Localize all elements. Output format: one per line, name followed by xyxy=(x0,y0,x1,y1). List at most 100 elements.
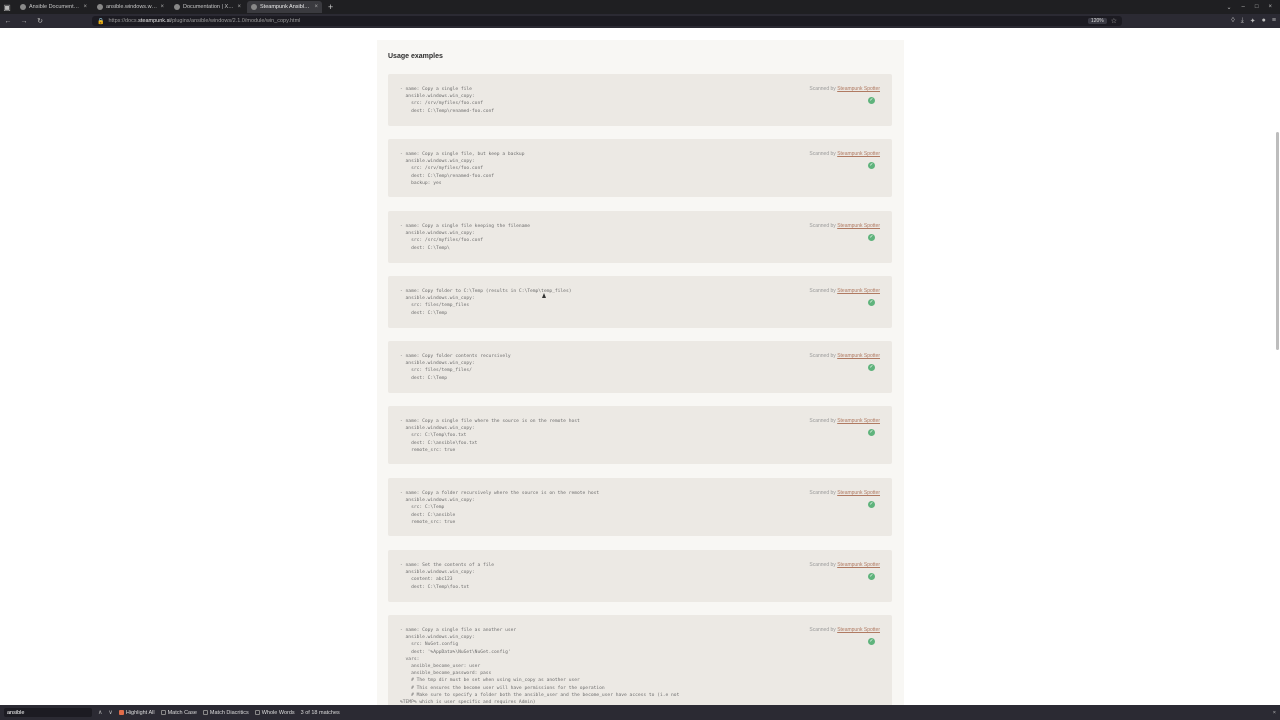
tab-label: Steampunk Ansible Doc xyxy=(260,4,311,10)
check-circle-icon: ✓ xyxy=(868,162,875,169)
spotter-link[interactable]: Steampunk Spotter xyxy=(837,151,880,157)
find-bar: ansible ∧ ∨ Highlight All Match Case Mat… xyxy=(0,705,1280,720)
check-circle-icon: ✓ xyxy=(868,364,875,371)
browser-tab-bar: ▣ Ansible Documentation × ansible.window… xyxy=(0,0,1280,14)
spotter-link[interactable]: Steampunk Spotter xyxy=(837,562,880,568)
browser-tab-1[interactable]: Ansible Documentation × xyxy=(16,1,91,13)
code-block: - name: Set the contents of a file ansib… xyxy=(400,563,495,590)
check-circle-icon: ✓ xyxy=(868,573,875,580)
section-title: Usage examples xyxy=(388,53,443,60)
content-panel: Usage examples - name: Copy a single fil… xyxy=(377,40,904,705)
code-block: - name: Copy a single file, but keep a b… xyxy=(400,152,525,186)
usage-example: - name: Copy a single file, but keep a b… xyxy=(388,139,892,197)
scanned-by-label: Scanned by Steampunk Spotter xyxy=(809,627,880,633)
minimize-icon[interactable]: – xyxy=(1242,4,1245,11)
page-scrollbar[interactable] xyxy=(1276,132,1279,350)
tab-list-icon[interactable]: ⌄ xyxy=(1226,4,1231,11)
new-tab-icon[interactable]: + xyxy=(328,2,333,12)
zoom-indicator[interactable]: 120% xyxy=(1087,18,1107,24)
match-case-toggle[interactable]: Match Case xyxy=(160,710,197,716)
scanned-by-label: Scanned by Steampunk Spotter xyxy=(809,490,880,496)
checkbox-icon[interactable] xyxy=(118,710,124,715)
tab-close-icon[interactable]: × xyxy=(160,4,164,10)
code-block: - name: Copy a single file keeping the f… xyxy=(400,224,530,251)
spotter-link[interactable]: Steampunk Spotter xyxy=(837,288,880,294)
code-block: - name: Copy a single file as another us… xyxy=(400,628,680,705)
bookmark-star-icon[interactable]: ☆ xyxy=(1111,17,1117,25)
address-bar[interactable]: 🔒 https://docs.steampunk.si/plugins/ansi… xyxy=(92,16,1122,26)
account-icon[interactable]: ● xyxy=(1262,17,1266,25)
tab-label: Ansible Documentation xyxy=(29,4,81,10)
back-icon[interactable]: ← xyxy=(4,18,12,25)
tab-favicon-icon xyxy=(174,4,180,10)
check-circle-icon: ✓ xyxy=(868,234,875,241)
window-menu-icon[interactable]: ▣ xyxy=(0,0,14,14)
spotter-link[interactable]: Steampunk Spotter xyxy=(837,627,880,633)
scanned-by-label: Scanned by Steampunk Spotter xyxy=(809,151,880,157)
toolbar-icons: ◊ ⤓ ✦ ● ≡ xyxy=(1231,17,1276,25)
pocket-icon[interactable]: ◊ xyxy=(1231,17,1234,25)
code-block: - name: Copy a single file where the sou… xyxy=(400,419,580,453)
usage-example: - name: Copy folder to C:\Temp (results … xyxy=(388,276,892,328)
url-text: https://docs.steampunk.si/plugins/ansibl… xyxy=(108,18,301,24)
usage-example: - name: Copy a single file ansible.windo… xyxy=(388,74,892,126)
browser-tab-3[interactable]: Documentation | XLAB × xyxy=(170,1,245,13)
match-diacritics-toggle[interactable]: Match Diacritics xyxy=(202,710,249,716)
tab-close-icon[interactable]: × xyxy=(83,4,87,10)
browser-tab-4[interactable]: Steampunk Ansible Doc × xyxy=(247,1,322,13)
scanned-by-label: Scanned by Steampunk Spotter xyxy=(809,418,880,424)
code-block: - name: Copy folder contents recursively… xyxy=(400,354,511,381)
extensions-icon[interactable]: ✦ xyxy=(1250,17,1256,25)
forward-icon[interactable]: → xyxy=(20,18,28,25)
scanned-by-label: Scanned by Steampunk Spotter xyxy=(809,288,880,294)
menu-icon[interactable]: ≡ xyxy=(1272,17,1276,25)
find-input[interactable]: ansible xyxy=(4,708,92,717)
usage-example: - name: Copy a single file as another us… xyxy=(388,615,892,705)
close-window-icon[interactable]: × xyxy=(1268,4,1272,11)
scanned-by-label: Scanned by Steampunk Spotter xyxy=(809,353,880,359)
downloads-icon[interactable]: ⤓ xyxy=(1241,17,1244,25)
usage-example: - name: Set the contents of a file ansib… xyxy=(388,550,892,602)
maximize-icon[interactable]: □ xyxy=(1255,4,1259,11)
spotter-link[interactable]: Steampunk Spotter xyxy=(837,223,880,229)
spotter-link[interactable]: Steampunk Spotter xyxy=(837,418,880,424)
check-circle-icon: ✓ xyxy=(868,638,875,645)
code-block: - name: Copy a folder recursively where … xyxy=(400,491,600,525)
web-page: Usage examples - name: Copy a single fil… xyxy=(0,28,1280,705)
tab-close-icon[interactable]: × xyxy=(314,4,318,10)
usage-example: - name: Copy a single file keeping the f… xyxy=(388,211,892,263)
spotter-link[interactable]: Steampunk Spotter xyxy=(837,86,880,92)
usage-example: - name: Copy a single file where the sou… xyxy=(388,406,892,464)
tab-close-icon[interactable]: × xyxy=(237,4,241,10)
tab-label: ansible.windows.win_co xyxy=(106,4,157,10)
check-circle-icon: ✓ xyxy=(868,97,875,104)
browser-nav-bar: ← → ↻ 🔒 https://docs.steampunk.si/plugin… xyxy=(0,14,1280,28)
find-next-icon[interactable]: ∨ xyxy=(108,709,112,716)
spotter-link[interactable]: Steampunk Spotter xyxy=(837,490,880,496)
tab-label: Documentation | XLAB xyxy=(183,4,235,10)
scanned-by-label: Scanned by Steampunk Spotter xyxy=(809,562,880,568)
check-circle-icon: ✓ xyxy=(868,299,875,306)
highlight-all-toggle[interactable]: Highlight All xyxy=(118,710,155,716)
check-circle-icon: ✓ xyxy=(868,501,875,508)
reload-icon[interactable]: ↻ xyxy=(36,17,44,25)
checkbox-icon[interactable] xyxy=(254,710,260,715)
check-circle-icon: ✓ xyxy=(868,429,875,436)
tab-favicon-icon xyxy=(20,4,26,10)
find-previous-icon[interactable]: ∧ xyxy=(98,709,102,716)
lock-icon[interactable]: 🔒 xyxy=(97,18,104,25)
checkbox-icon[interactable] xyxy=(202,710,208,715)
checkbox-icon[interactable] xyxy=(160,710,166,715)
browser-tab-2[interactable]: ansible.windows.win_co × xyxy=(93,1,168,13)
tab-favicon-icon xyxy=(97,4,103,10)
tab-favicon-icon xyxy=(251,4,257,10)
code-block: - name: Copy a single file ansible.windo… xyxy=(400,87,495,114)
close-find-icon[interactable]: × xyxy=(1273,710,1276,716)
scanned-by-label: Scanned by Steampunk Spotter xyxy=(809,223,880,229)
window-controls: ⌄ – □ × xyxy=(1226,4,1280,11)
mouse-cursor-icon xyxy=(542,293,546,298)
spotter-link[interactable]: Steampunk Spotter xyxy=(837,353,880,359)
usage-example: - name: Copy folder contents recursively… xyxy=(388,341,892,393)
usage-example: - name: Copy a folder recursively where … xyxy=(388,478,892,536)
whole-words-toggle[interactable]: Whole Words xyxy=(254,710,295,716)
